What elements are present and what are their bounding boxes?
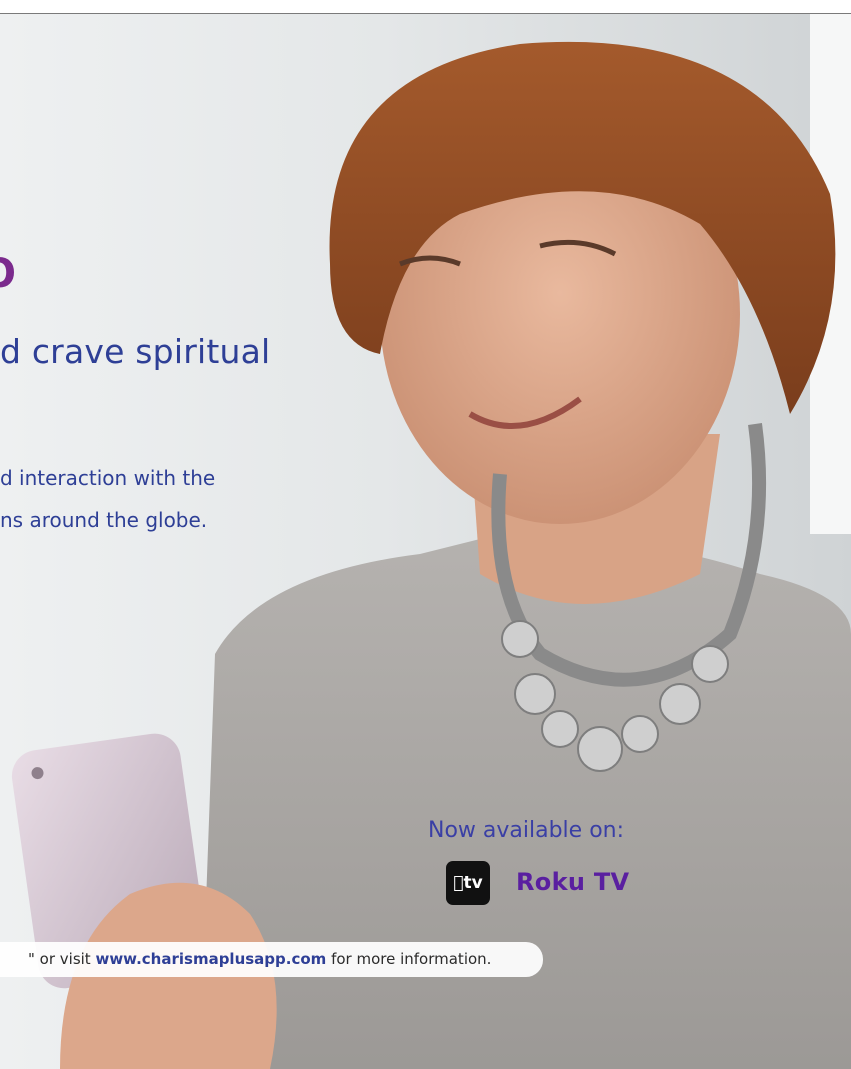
availability-label: Now available on: xyxy=(428,818,625,843)
roku-tv-logo: Roku TV xyxy=(516,868,630,896)
apple-tv-icon: tv xyxy=(446,861,490,905)
body-text-line-1: d interaction with the xyxy=(0,466,216,490)
headline: d crave spiritual xyxy=(0,332,271,371)
website-link[interactable]: www.charismaplusapp.com xyxy=(95,950,326,968)
info-banner: " or visit www.charismaplusapp.com for m… xyxy=(0,942,543,977)
brand-logo-fragment: O xyxy=(0,254,16,294)
body-text-line-2: ns around the globe. xyxy=(0,508,208,532)
banner-suffix: for more information. xyxy=(326,950,492,968)
top-margin xyxy=(0,0,851,14)
hero-photo xyxy=(0,14,851,1069)
banner-text: " or visit www.charismaplusapp.com for m… xyxy=(28,942,491,977)
banner-prefix: " or visit xyxy=(28,950,96,968)
